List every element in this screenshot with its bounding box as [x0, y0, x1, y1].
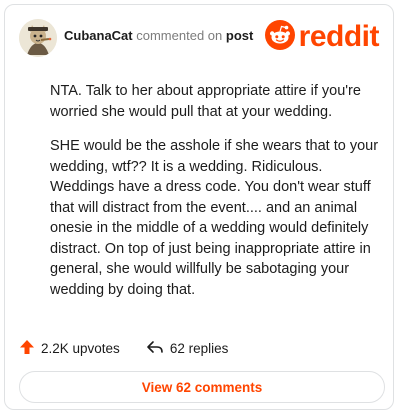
upvote-arrow-icon: [19, 339, 41, 358]
post-link[interactable]: post: [226, 28, 253, 43]
reddit-wordmark: reddit: [298, 20, 380, 53]
action-text: commented on: [136, 28, 223, 43]
upvote-button[interactable]: 2.2K upvotes: [19, 339, 120, 358]
reply-arrow-icon: [146, 339, 170, 358]
comment-actions: 2.2K upvotes 62 replies: [19, 338, 228, 358]
reddit-logo[interactable]: reddit: [264, 19, 380, 55]
replies-count: 62 replies: [169, 340, 229, 356]
comment-paragraph-2: SHE would be the asshole if she wears th…: [50, 138, 379, 298]
author-name[interactable]: CubanaCat: [64, 28, 133, 43]
comment-body: NTA. Talk to her about appropriate attir…: [50, 81, 380, 314]
comment-paragraph-1: NTA. Talk to her about appropriate attir…: [50, 83, 361, 120]
view-comments-button[interactable]: View 62 comments: [19, 371, 385, 403]
comment-header: CubanaCat commented on post reddit: [19, 19, 381, 59]
comment-card: CubanaCat commented on post reddit NTA. …: [4, 4, 394, 410]
reddit-alien-icon: [264, 19, 295, 55]
upvote-count: 2.2K upvotes: [41, 340, 120, 356]
byline: CubanaCat commented on post: [64, 28, 253, 43]
cat-avatar-icon[interactable]: [19, 19, 57, 57]
replies-button[interactable]: 62 replies: [146, 339, 229, 358]
